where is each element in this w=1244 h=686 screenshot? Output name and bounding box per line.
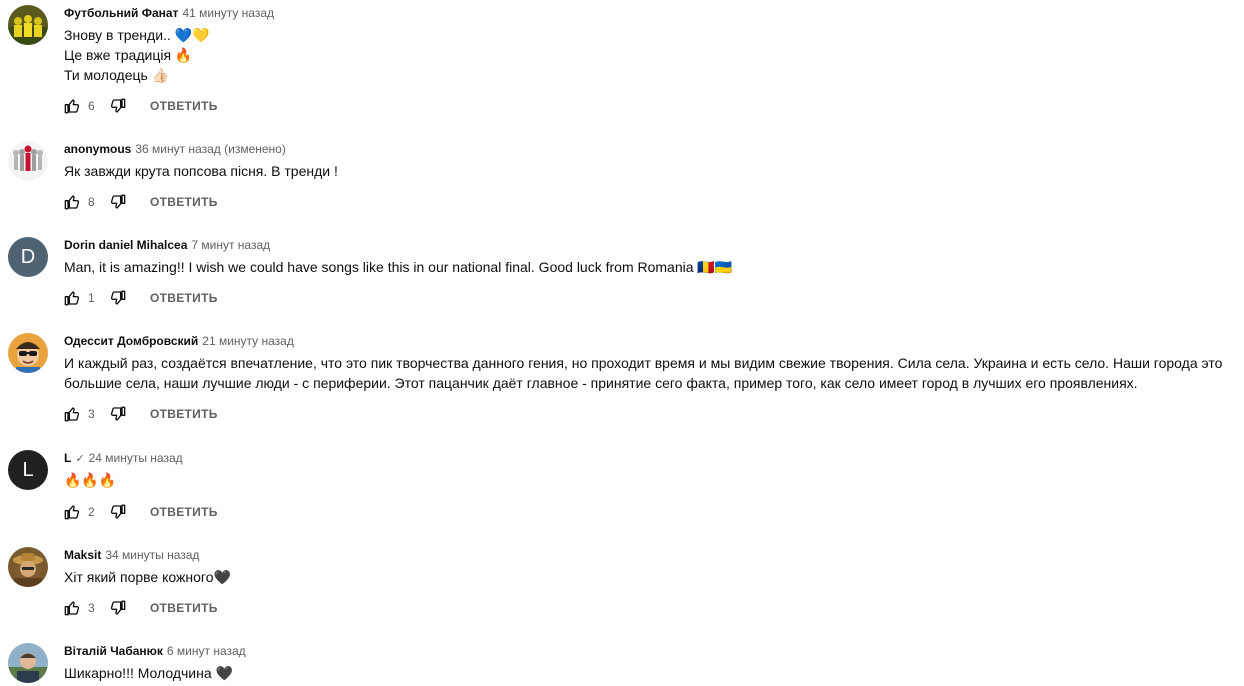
comment-timestamp[interactable]: 6 минут назад [167,644,246,658]
comment-author[interactable]: Одессит Домбровский [64,334,198,348]
avatar[interactable] [8,643,48,683]
comment-line: 🔥🔥🔥 [64,472,117,488]
comment-text: Man, it is amazing!! I wish we could hav… [64,257,1244,277]
dislike-button[interactable] [110,600,126,616]
comment-author[interactable]: L [64,451,71,465]
like-button[interactable] [64,194,80,210]
avatar[interactable] [8,5,48,45]
dislike-button[interactable] [110,290,126,306]
comment-actions: 3 ОТВЕТИТЬ [64,402,218,426]
comment-text: Хіт який порве кожного🖤 [64,567,1244,587]
comment-text: Як завжди крута попсова пісня. В тренди … [64,161,1244,181]
comment-timestamp[interactable]: 36 минут назад (изменено) [135,142,286,156]
like-count: 8 [88,195,95,209]
comment-actions: 1 ОТВЕТИТЬ [64,286,218,310]
verified-check-icon: ✓ [75,453,85,465]
thumbs-down-icon [110,98,126,113]
comment-line: И каждый раз, создаётся впечатление, что… [64,355,1223,371]
comment-timestamp[interactable]: 21 минуту назад [202,334,294,348]
dislike-button[interactable] [110,98,126,114]
comment-line: Ти молодець 👍🏻 [64,67,170,83]
like-count: 3 [88,601,95,615]
comment-author[interactable]: anonymous [64,142,131,156]
comment-actions: 3 ОТВЕТИТЬ [64,596,218,620]
like-count: 6 [88,99,95,113]
like-count: 1 [88,291,95,305]
comment-timestamp[interactable]: 41 минуту назад [182,6,274,20]
comment-author[interactable]: Футбольний Фанат [64,6,178,20]
like-button[interactable] [64,504,80,520]
comment-timestamp[interactable]: 24 минуты назад [89,451,183,465]
like-button[interactable] [64,406,80,422]
comment-line: большие села, наши лучшие люди - с периф… [64,375,1138,391]
comment-text: Шикарно!!! Молодчина 🖤 [64,663,1244,683]
thumbs-up-icon [64,601,80,616]
comment-line: Шикарно!!! Молодчина 🖤 [64,665,233,681]
like-button[interactable] [64,600,80,616]
avatar[interactable] [8,333,48,373]
comment-text: Знову в тренди.. 💙💛 Це вже традиція 🔥 Ти… [64,25,1244,85]
reply-button[interactable]: ОТВЕТИТЬ [150,601,218,615]
reply-button[interactable]: ОТВЕТИТЬ [150,195,218,209]
thumbs-down-icon [110,406,126,421]
thumbs-down-icon [110,290,126,305]
comment-author[interactable]: Віталій Чабанюк [64,644,163,658]
comments-section: Футбольний Фанат 41 минуту назад Знову в … [0,0,1244,686]
comment-actions: 6 ОТВЕТИТЬ [64,94,218,118]
comment-author[interactable]: Dorin daniel Mihalcea [64,238,187,252]
like-count: 3 [88,407,95,421]
avatar[interactable] [8,547,48,587]
comment-author[interactable]: Maksit [64,548,101,562]
reply-button[interactable]: ОТВЕТИТЬ [150,99,218,113]
avatar-letter: D [20,245,36,268]
thumbs-down-icon [110,194,126,209]
comment-text: И каждый раз, создаётся впечатление, что… [64,353,1244,393]
comment-line: Це вже традиція 🔥 [64,47,193,63]
thumbs-up-icon [64,407,80,422]
reply-button[interactable]: ОТВЕТИТЬ [150,505,218,519]
like-button[interactable] [64,290,80,306]
avatar[interactable]: L [8,450,48,490]
dislike-button[interactable] [110,406,126,422]
reply-button[interactable]: ОТВЕТИТЬ [150,407,218,421]
comment-text: 🔥🔥🔥 [64,470,1244,490]
comment-timestamp[interactable]: 34 минуты назад [105,548,199,562]
thumbs-up-icon [64,505,80,520]
thumbs-up-icon [64,291,80,306]
avatar[interactable] [8,141,48,181]
avatar[interactable]: D [8,237,48,277]
comment-actions: 2 ОТВЕТИТЬ [64,500,218,524]
avatar-letter: L [22,458,34,481]
comment-line: Man, it is amazing!! I wish we could hav… [64,259,733,275]
dislike-button[interactable] [110,194,126,210]
comment-line: Хіт який порве кожного🖤 [64,569,231,585]
like-button[interactable] [64,98,80,114]
thumbs-up-icon [64,195,80,210]
comment-actions: 8 ОТВЕТИТЬ [64,190,218,214]
comment-line: Як завжди крута попсова пісня. В тренди … [64,163,338,179]
like-count: 2 [88,505,95,519]
comment-timestamp[interactable]: 7 минут назад [191,238,270,252]
thumbs-down-icon [110,600,126,615]
thumbs-down-icon [110,504,126,519]
thumbs-up-icon [64,99,80,114]
reply-button[interactable]: ОТВЕТИТЬ [150,291,218,305]
dislike-button[interactable] [110,504,126,520]
comment-line: Знову в тренди.. 💙💛 [64,27,210,43]
